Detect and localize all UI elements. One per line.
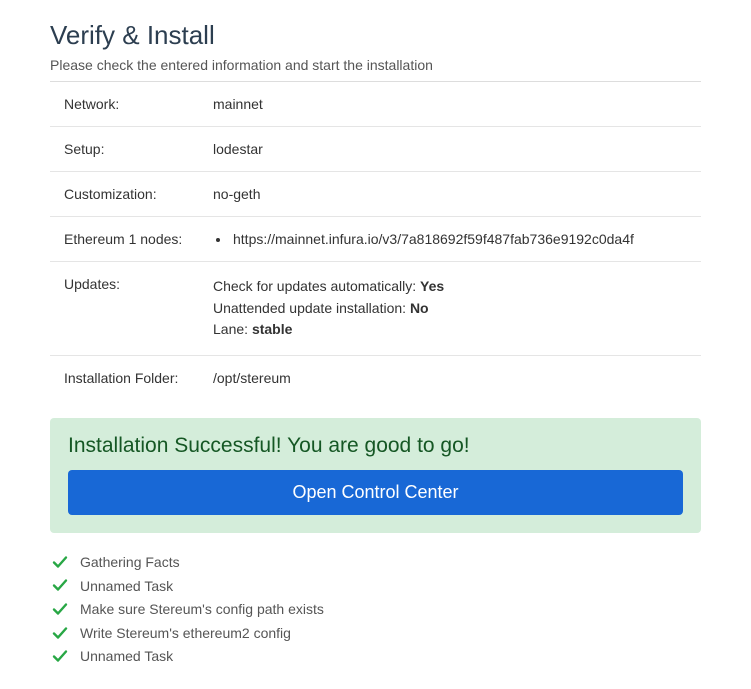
label-install-folder: Installation Folder: xyxy=(50,356,205,401)
label-eth1: Ethereum 1 nodes: xyxy=(50,217,205,262)
task-label: Unnamed Task xyxy=(80,647,173,667)
success-title: Installation Successful! You are good to… xyxy=(68,434,683,458)
page-title: Verify & Install xyxy=(50,20,701,51)
updates-unattended-value: No xyxy=(410,300,429,316)
open-control-center-button[interactable]: Open Control Center xyxy=(68,470,683,515)
label-network: Network: xyxy=(50,82,205,127)
eth1-node-item: https://mainnet.infura.io/v3/7a818692f59… xyxy=(231,231,693,247)
row-eth1: Ethereum 1 nodes: https://mainnet.infura… xyxy=(50,217,701,262)
page-subtitle: Please check the entered information and… xyxy=(50,57,701,73)
value-eth1: https://mainnet.infura.io/v3/7a818692f59… xyxy=(205,217,701,262)
updates-unattended-label: Unattended update installation: xyxy=(213,300,410,316)
value-updates: Check for updates automatically: Yes Una… xyxy=(205,262,701,356)
value-install-folder: /opt/stereum xyxy=(205,356,701,401)
check-icon xyxy=(52,601,70,619)
info-table: Network: mainnet Setup: lodestar Customi… xyxy=(50,82,701,400)
label-customization: Customization: xyxy=(50,172,205,217)
row-updates: Updates: Check for updates automatically… xyxy=(50,262,701,356)
value-setup: lodestar xyxy=(205,127,701,172)
value-customization: no-geth xyxy=(205,172,701,217)
task-label: Gathering Facts xyxy=(80,553,180,573)
row-network: Network: mainnet xyxy=(50,82,701,127)
row-customization: Customization: no-geth xyxy=(50,172,701,217)
updates-lane-label: Lane: xyxy=(213,321,252,337)
task-item: Write Stereum's ethereum2 config xyxy=(52,622,701,646)
label-setup: Setup: xyxy=(50,127,205,172)
check-icon xyxy=(52,554,70,572)
row-setup: Setup: lodestar xyxy=(50,127,701,172)
task-item: Make sure Stereum's config path exists xyxy=(52,598,701,622)
label-updates: Updates: xyxy=(50,262,205,356)
updates-auto-value: Yes xyxy=(420,278,444,294)
check-icon xyxy=(52,577,70,595)
task-item: Gathering Facts xyxy=(52,551,701,575)
task-label: Write Stereum's ethereum2 config xyxy=(80,624,291,644)
task-list: Gathering Facts Unnamed Task Make sure S… xyxy=(50,551,701,669)
updates-lane-value: stable xyxy=(252,321,292,337)
check-icon xyxy=(52,625,70,643)
task-label: Unnamed Task xyxy=(80,577,173,597)
success-panel: Installation Successful! You are good to… xyxy=(50,418,701,533)
row-install-folder: Installation Folder: /opt/stereum xyxy=(50,356,701,401)
task-item: Unnamed Task xyxy=(52,575,701,599)
task-item: Unnamed Task xyxy=(52,645,701,669)
check-icon xyxy=(52,648,70,666)
task-label: Make sure Stereum's config path exists xyxy=(80,600,324,620)
value-network: mainnet xyxy=(205,82,701,127)
updates-auto-label: Check for updates automatically: xyxy=(213,278,420,294)
